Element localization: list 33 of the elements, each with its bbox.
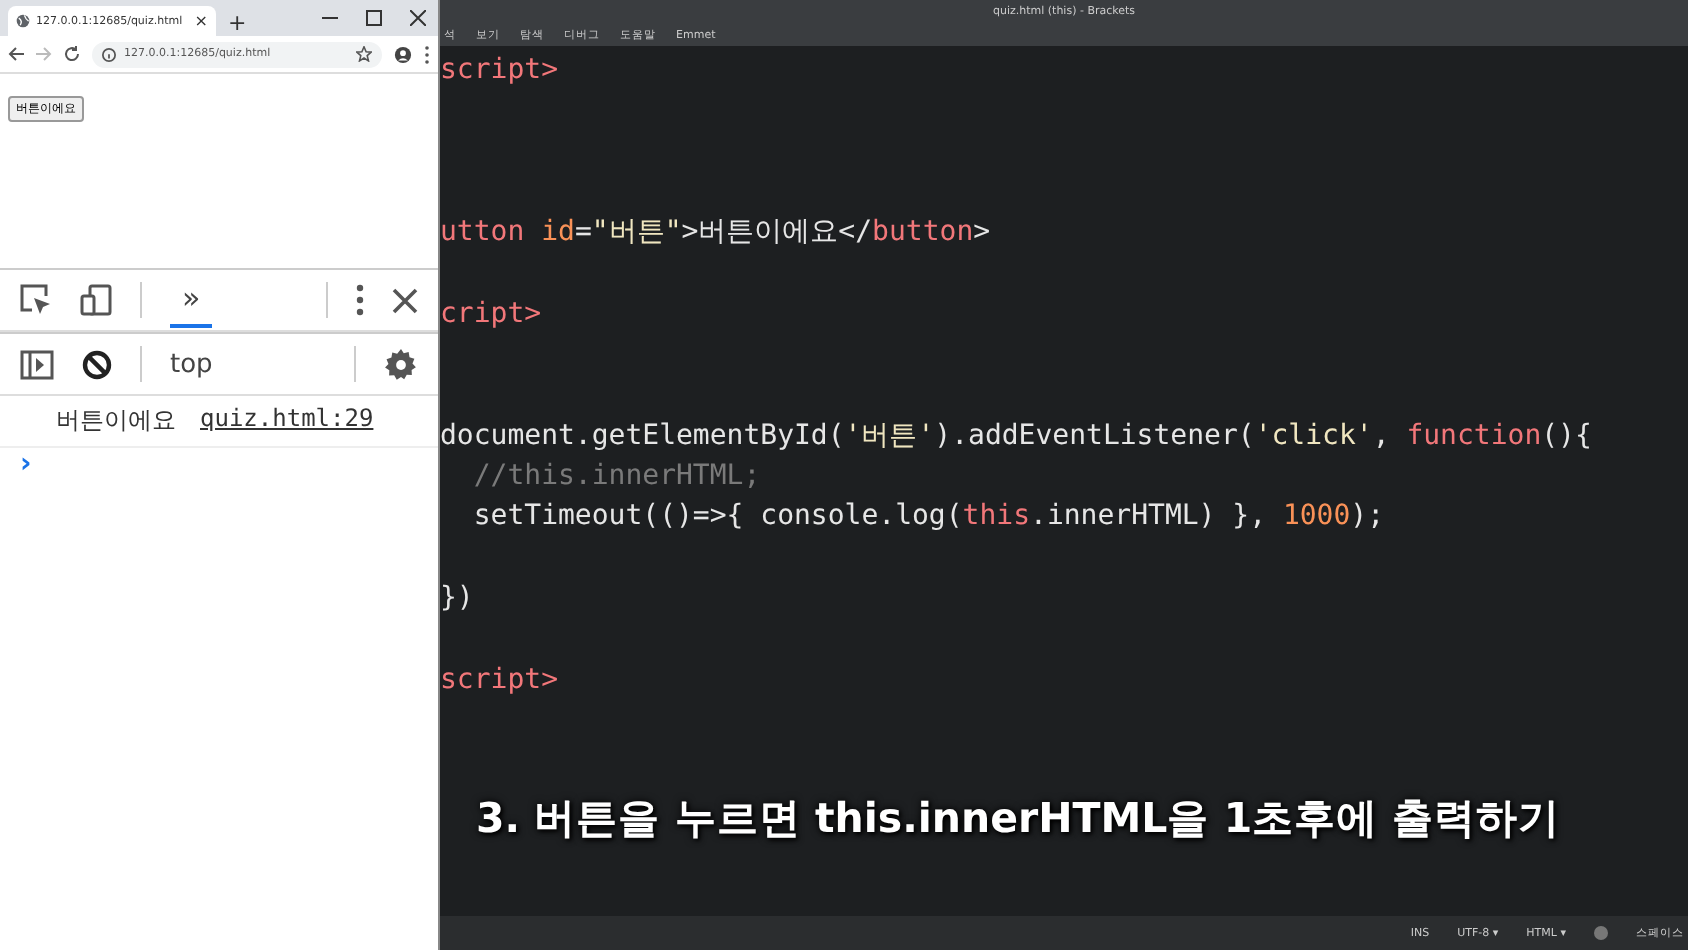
code-line: }): [440, 582, 474, 614]
subtitle-caption: 3. 버튼을 누르면 this.innerHTML을 1초후에 출력하기: [476, 792, 1561, 846]
close-icon[interactable]: [410, 10, 426, 26]
sidebar-toggle-icon[interactable]: [20, 349, 54, 379]
code-line: script>: [440, 54, 559, 87]
close-tab-button[interactable]: ×: [194, 13, 208, 29]
info-icon: [102, 47, 116, 61]
code-line: setTimeout(()=>{ console.log(this.innerHTML) }, 1000);: [471, 500, 1385, 533]
back-arrow-icon[interactable]: [8, 46, 24, 62]
more-tabs-tab[interactable]: »: [170, 272, 213, 328]
more-menu-icon[interactable]: [424, 45, 430, 63]
clear-console-icon[interactable]: [82, 349, 112, 379]
device-toolbar-icon[interactable]: [80, 284, 112, 316]
code-line: script>: [440, 663, 559, 696]
close-icon[interactable]: [392, 287, 418, 313]
inspect-icon[interactable]: [20, 284, 52, 316]
code-line: utton id="버튼">버튼이에요</button>: [440, 214, 991, 251]
code-line: //this.innerHTML;: [471, 460, 761, 493]
source-link[interactable]: quiz.html:29: [200, 404, 374, 438]
code-line: cript>: [440, 297, 542, 330]
code-line: document.getElementById('버튼').addEventListener('click', function(){: [440, 417, 1592, 454]
settings-icon[interactable]: [384, 347, 418, 381]
console-message: 버튼이에요: [56, 404, 176, 438]
globe-icon: [16, 14, 30, 28]
maximize-icon[interactable]: [366, 10, 382, 26]
account-icon[interactable]: [394, 45, 412, 63]
linter-status-icon[interactable]: [1594, 926, 1608, 940]
kebab-menu-icon[interactable]: [356, 284, 364, 316]
new-tab-button[interactable]: +: [228, 12, 247, 34]
context-selector[interactable]: top: [170, 349, 213, 379]
star-icon[interactable]: [356, 46, 372, 62]
console-prompt[interactable]: ›: [0, 448, 40, 480]
reload-icon[interactable]: [64, 46, 80, 62]
